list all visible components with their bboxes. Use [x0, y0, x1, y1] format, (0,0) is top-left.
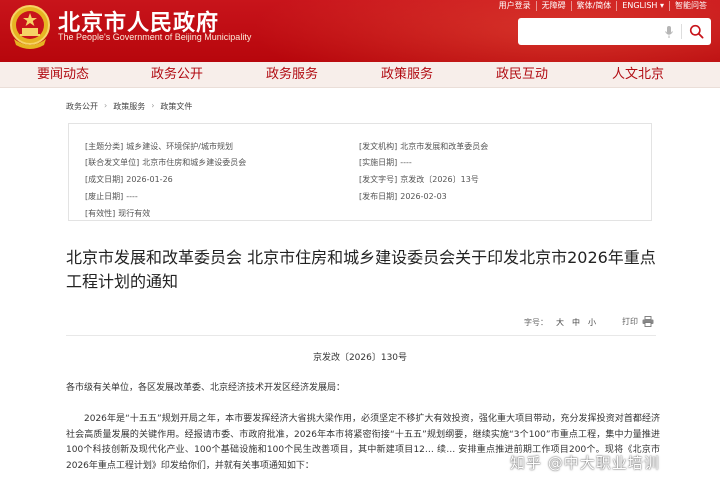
print-label: 打印	[622, 317, 638, 326]
document-number: 京发改〔2026〕130号	[312, 353, 408, 363]
microphone-icon[interactable]	[664, 25, 674, 39]
meta-topic: [主题分类] 城乡建设、环境保护/城市规划	[85, 141, 233, 152]
search-separator	[681, 24, 682, 39]
nav-item-policy[interactable]: 政策服务	[381, 62, 433, 88]
meta-value: 北京市发展和改革委员会	[400, 142, 489, 151]
site-subtitle: The People's Government of Beijing Munic…	[58, 32, 252, 42]
site-header: 北京市人民政府 The People's Government of Beiji…	[0, 0, 720, 62]
meta-joint: [联合发文单位] 北京市住房和城乡建设委员会	[85, 157, 246, 168]
breadcrumb-item[interactable]: 政策服务	[113, 101, 145, 112]
font-size-controls: 字号： 大 中 小	[524, 317, 596, 328]
meta-label: [成文日期]	[85, 175, 124, 184]
document-title: 北京市发展和改革委员会 北京市住房和城乡建设委员会关于印发北京市2026年重点工…	[66, 248, 656, 291]
printer-icon	[642, 316, 654, 327]
print-button[interactable]: 打印	[622, 316, 654, 327]
meta-label: [有效性]	[85, 209, 116, 218]
breadcrumb-item[interactable]: 政务公开	[66, 101, 98, 112]
nav-item-services[interactable]: 政务服务	[266, 62, 318, 88]
traditional-simplified-link[interactable]: 繁体/简体	[570, 1, 617, 11]
english-link[interactable]: ENGLISH ▾	[616, 1, 669, 11]
document-metadata: [主题分类] 城乡建设、环境保护/城市规划 [发文机构] 北京市发展和改革委员会 […	[68, 123, 652, 221]
watermark: 知乎 @中大职业培训	[510, 454, 660, 472]
breadcrumb-item[interactable]: 政策文件	[160, 101, 192, 112]
meta-value: 2026-01-26	[126, 175, 173, 184]
meta-abolish-date: [废止日期] ----	[85, 191, 138, 202]
nav-item-culture[interactable]: 人文北京	[612, 62, 664, 88]
nav-item-open-government[interactable]: 政务公开	[151, 62, 203, 88]
login-link[interactable]: 用户登录	[494, 1, 536, 11]
meta-value: 京发改〔2026〕13号	[400, 175, 479, 184]
meta-label: [发文字号]	[359, 175, 398, 184]
top-links: 用户登录 无障碍 繁体/简体 ENGLISH ▾ 智能问答	[494, 1, 712, 11]
font-size-label: 字号：	[524, 318, 548, 327]
national-emblem-icon	[10, 5, 50, 49]
font-size-large[interactable]: 大	[556, 317, 564, 328]
accessibility-link[interactable]: 无障碍	[535, 1, 571, 11]
meta-value: ----	[400, 158, 412, 167]
meta-label: [实施日期]	[359, 158, 398, 167]
nav-item-news[interactable]: 要闻动态	[37, 62, 89, 88]
meta-value: 北京市住房和城乡建设委员会	[142, 158, 247, 167]
meta-impl-date: [实施日期] ----	[359, 157, 412, 168]
meta-value: 2026-02-03	[400, 192, 447, 201]
meta-doc-number: [发文字号] 京发改〔2026〕13号	[359, 174, 479, 185]
meta-label: [发布日期]	[359, 192, 398, 201]
main-nav: 要闻动态 政务公开 政务服务 政策服务 政民互动 人文北京	[0, 62, 720, 88]
nav-item-interaction[interactable]: 政民互动	[496, 62, 548, 88]
meta-label: [废止日期]	[85, 192, 124, 201]
meta-label: [联合发文单位]	[85, 158, 140, 167]
meta-issuer: [发文机构] 北京市发展和改革委员会	[359, 141, 488, 152]
meta-validity: [有效性] 现行有效	[85, 208, 150, 219]
meta-value: 现行有效	[118, 209, 151, 218]
breadcrumb-separator: ›	[151, 101, 155, 110]
search-input[interactable]	[518, 18, 658, 45]
breadcrumb: 政务公开 › 政策服务 › 政策文件	[66, 101, 192, 112]
smart-qa-link[interactable]: 智能问答	[669, 1, 712, 11]
breadcrumb-separator: ›	[104, 101, 108, 110]
meta-value: ----	[126, 192, 138, 201]
meta-label: [主题分类]	[85, 142, 124, 151]
meta-publish-date: [发布日期] 2026-02-03	[359, 191, 447, 202]
meta-label: [发文机构]	[359, 142, 398, 151]
meta-created-date: [成文日期] 2026-01-26	[85, 174, 173, 185]
font-size-small[interactable]: 小	[588, 317, 596, 328]
content-divider	[66, 335, 656, 336]
font-size-medium[interactable]: 中	[572, 317, 580, 328]
meta-value: 城乡建设、环境保护/城市规划	[126, 142, 233, 151]
search-icon[interactable]	[689, 24, 704, 39]
document-salutation: 各市级有关单位，各区发展改革委、北京经济技术开发区经济发展局：	[66, 383, 346, 393]
search-box	[518, 18, 711, 45]
